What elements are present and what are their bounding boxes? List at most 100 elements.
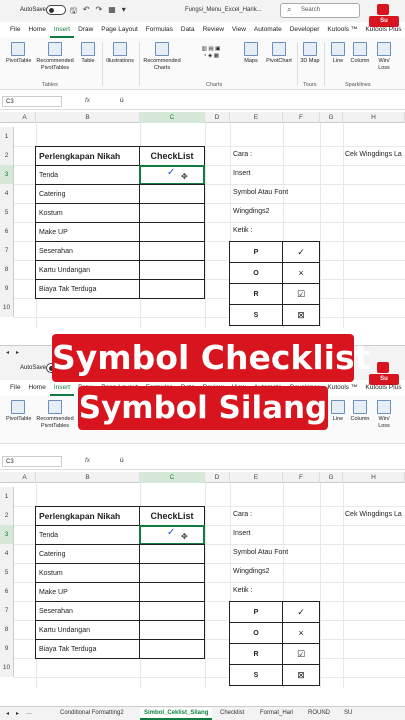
checklist-cell[interactable] (139, 582, 205, 602)
row-header-4[interactable]: 4 (0, 544, 14, 563)
bar-chart-icon[interactable]: ▥ ▤ ▣ (202, 46, 221, 52)
pivotchart-button[interactable]: PivotChart (263, 42, 295, 65)
sheet-tab-simbol-ceklist-silang[interactable]: Simbol_Ceklist_Silang (140, 708, 213, 720)
tab-data[interactable]: Data (177, 24, 199, 38)
autosave-toggle[interactable] (46, 5, 66, 15)
table-row-item[interactable]: Kartu Undangan (35, 260, 140, 280)
table-row-item[interactable]: Make UP (35, 582, 140, 602)
checklist-cell[interactable] (139, 184, 205, 204)
column-header-f[interactable]: F (283, 472, 320, 483)
checklist-cell[interactable] (139, 563, 205, 583)
fx-icon[interactable]: fx (85, 457, 90, 464)
table-row-item[interactable]: Tenda (35, 525, 140, 545)
tab-view[interactable]: View (228, 24, 250, 38)
table-row-item[interactable]: Biaya Tak Terduga (35, 279, 140, 299)
tab-kutools-plus[interactable]: Kutools Plus (361, 382, 405, 396)
redo-icon[interactable]: ↷ (96, 5, 103, 19)
column-header-d[interactable]: D (205, 112, 230, 123)
checklist-cell[interactable] (139, 279, 205, 299)
sheet-tab-round[interactable]: ROUND (304, 708, 334, 718)
column-header-f[interactable]: F (283, 112, 320, 123)
table-row-item[interactable]: Kostum (35, 563, 140, 583)
row-header-6[interactable]: 6 (0, 582, 14, 601)
recommended-pivottables-button[interactable]: Recommended PivotTables (34, 400, 76, 430)
search-box[interactable]: ⌕ Search (280, 3, 360, 18)
sparkline-line-button[interactable]: Line (328, 42, 348, 65)
tab-kutools-[interactable]: Kutools ™ (323, 382, 361, 396)
table-row-item[interactable]: Kostum (35, 203, 140, 223)
checklist-cell[interactable] (139, 203, 205, 223)
maps-button[interactable]: Maps (240, 42, 262, 65)
fx-icon[interactable]: fx (85, 97, 90, 104)
tab-review[interactable]: Review (199, 24, 228, 38)
name-box[interactable]: C3 (2, 456, 62, 467)
checklist-cell[interactable] (139, 544, 205, 564)
customize-icon[interactable]: ▾ (122, 5, 126, 19)
row-header-3[interactable]: 3 (0, 525, 14, 544)
table-row-item[interactable]: Biaya Tak Terduga (35, 639, 140, 659)
sheet-nav-more-icon[interactable]: … (22, 708, 36, 718)
column-header-h[interactable]: H (343, 472, 405, 483)
checklist-cell[interactable] (139, 260, 205, 280)
sheet-tab-su[interactable]: SU (340, 708, 356, 718)
row-header-9[interactable]: 9 (0, 639, 14, 658)
row-header-3[interactable]: 3 (0, 165, 14, 184)
sheet-tab-format-hari[interactable]: Format_Hari (256, 708, 297, 718)
column-header-b[interactable]: B (36, 472, 140, 483)
row-header-10[interactable]: 10 (0, 298, 14, 317)
recommended-charts-button[interactable]: Recommended Charts (141, 42, 183, 72)
checklist-cell[interactable] (139, 241, 205, 261)
table-button[interactable]: Table (78, 42, 98, 65)
pie-chart-icon[interactable]: ◔ ◈ ▦ (203, 53, 219, 59)
table-row-item[interactable]: Seserahan (35, 601, 140, 621)
column-header-g[interactable]: G (320, 112, 343, 123)
column-header-e[interactable]: E (230, 472, 283, 483)
tab-kutools-[interactable]: Kutools ™ (323, 24, 361, 38)
table-row-item[interactable]: Catering (35, 544, 140, 564)
sparkline-line-button[interactable]: Line (328, 400, 348, 423)
tab-insert[interactable]: Insert (49, 24, 75, 38)
tab-page-layout[interactable]: Page Layout (97, 24, 142, 38)
tab-file[interactable]: File (6, 382, 24, 396)
illustrations-button[interactable]: Illustrations (104, 42, 136, 65)
table-row-item[interactable]: Catering (35, 184, 140, 204)
column-header-c[interactable]: C (140, 472, 205, 483)
column-header-d[interactable]: D (205, 472, 230, 483)
row-header-1[interactable]: 1 (0, 487, 14, 506)
column-header-b[interactable]: B (36, 112, 140, 123)
sparkline-column-button[interactable]: Column (349, 400, 371, 423)
undo-icon[interactable]: ↶ (83, 5, 90, 19)
tab-insert[interactable]: Insert (49, 382, 75, 396)
row-header-4[interactable]: 4 (0, 184, 14, 203)
row-header-10[interactable]: 10 (0, 658, 14, 677)
tab-home[interactable]: Home (24, 24, 49, 38)
pivottable-button[interactable]: PivotTable (6, 42, 31, 65)
checklist-cell[interactable] (139, 601, 205, 621)
worksheet-grid[interactable]: A B C D E F G H 1 2 3 4 5 6 7 8 9 10 Perlengkapan Nikah Che… (0, 472, 405, 704)
tab-automate[interactable]: Automate (250, 24, 286, 38)
table-row-item[interactable]: Kartu Undangan (35, 620, 140, 640)
row-header-2[interactable]: 2 (0, 146, 14, 165)
row-header-7[interactable]: 7 (0, 241, 14, 260)
row-header-7[interactable]: 7 (0, 601, 14, 620)
tab-file[interactable]: File (6, 24, 24, 38)
column-header-a[interactable]: A (14, 112, 36, 123)
table-row-item[interactable]: Make UP (35, 222, 140, 242)
row-header-6[interactable]: 6 (0, 222, 14, 241)
column-header-c[interactable]: C (140, 112, 205, 123)
formula-input[interactable]: ü (120, 97, 124, 104)
recommended-pivottables-button[interactable]: Recommended PivotTables (34, 42, 76, 72)
row-header-5[interactable]: 5 (0, 563, 14, 582)
sheet-tab-conditional-formatting2[interactable]: Conditional Formatting2 (56, 708, 128, 718)
column-header-e[interactable]: E (230, 112, 283, 123)
sheet-nav-right-icon[interactable]: ▸ (12, 347, 23, 358)
checklist-cell[interactable] (139, 222, 205, 242)
row-header-9[interactable]: 9 (0, 279, 14, 298)
table-row-item[interactable]: Seserahan (35, 241, 140, 261)
checklist-cell[interactable] (139, 639, 205, 659)
sparkline-winloss-button[interactable]: Win/ Loss (373, 400, 395, 430)
pivottable-button[interactable]: PivotTable (6, 400, 31, 423)
sparkline-column-button[interactable]: Column (349, 42, 371, 65)
row-header-1[interactable]: 1 (0, 127, 14, 146)
tab-draw[interactable]: Draw (74, 24, 97, 38)
